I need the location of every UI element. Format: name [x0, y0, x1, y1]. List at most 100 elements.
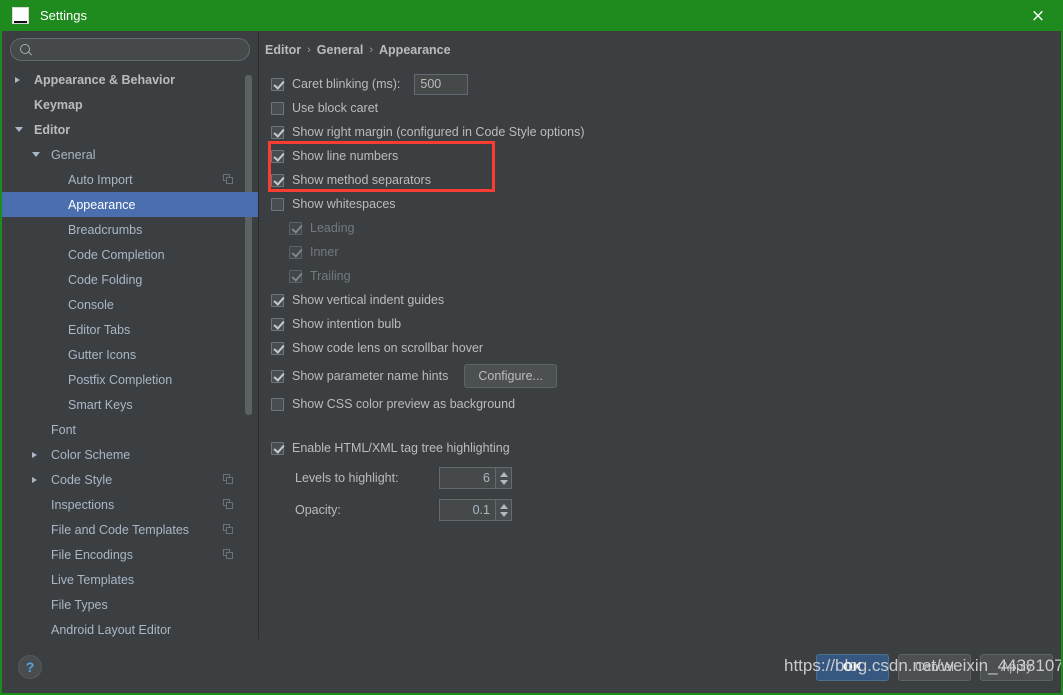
- sidebar-item-label: Appearance: [68, 197, 136, 212]
- close-icon[interactable]: ×: [1015, 0, 1061, 31]
- opacity-spinner[interactable]: [439, 499, 512, 521]
- checkbox-show-vertical-indent-guides[interactable]: [271, 293, 284, 307]
- intellij-logo-icon: [12, 7, 29, 24]
- settings-window: Settings × Appearance & Behavior Keymap Ed…: [0, 0, 1063, 695]
- checkbox-use-block-caret[interactable]: [271, 101, 284, 115]
- breadcrumb: Editor › General › Appearance: [265, 43, 1061, 57]
- sidebar-item-console[interactable]: Console: [2, 292, 258, 317]
- option-row: Inner: [259, 240, 1061, 264]
- checkbox-show-code-lens-on-scrollbar-hover[interactable]: [271, 341, 284, 355]
- sidebar-item-color-scheme[interactable]: Color Scheme: [2, 442, 258, 467]
- caret-blinking-checkbox[interactable]: [271, 77, 284, 91]
- tag-tree-label: Enable HTML/XML tag tree highlighting: [292, 441, 510, 455]
- option-row: Show code lens on scrollbar hover: [259, 336, 1061, 360]
- checkbox-label: Show method separators: [292, 173, 431, 187]
- sidebar-item-label: File and Code Templates: [51, 522, 190, 537]
- sidebar-item-android-layout-editor[interactable]: Android Layout Editor: [2, 617, 258, 639]
- help-icon[interactable]: ?: [18, 655, 42, 679]
- sidebar-item-file-types[interactable]: File Types: [2, 592, 258, 617]
- sidebar-item-postfix-completion[interactable]: Postfix Completion: [2, 367, 258, 392]
- caret-blinking-input[interactable]: [414, 73, 469, 95]
- checkbox-label: Trailing: [310, 269, 351, 283]
- sidebar-item-inspections[interactable]: Inspections: [2, 492, 258, 517]
- css-preview-label: Show CSS color preview as background: [292, 397, 516, 411]
- checkbox-label: Leading: [310, 221, 355, 235]
- watermark-text: https://blog.csdn.net/weixin_44381073: [784, 656, 1063, 675]
- caret-blinking-row: Caret blinking (ms):: [259, 72, 1061, 96]
- checkbox-label: Show intention bulb: [292, 317, 402, 331]
- css-preview-checkbox[interactable]: [271, 397, 284, 411]
- option-row: Show right margin (configured in Code St…: [259, 120, 1061, 144]
- sidebar-item-label: General: [51, 147, 96, 162]
- checkbox-show-intention-bulb[interactable]: [271, 317, 284, 331]
- sidebar-item-gutter-icons[interactable]: Gutter Icons: [2, 342, 258, 367]
- sidebar-item-code-style[interactable]: Code Style: [2, 467, 258, 492]
- sidebar-item-file-encodings[interactable]: File Encodings: [2, 542, 258, 567]
- levels-to-highlight-spinner[interactable]: [439, 467, 512, 489]
- sidebar-item-label: File Encodings: [51, 547, 133, 562]
- sidebar-item-label: Console: [68, 297, 114, 312]
- sidebar-item-label: Gutter Icons: [68, 347, 137, 362]
- opacity-spinner-buttons[interactable]: [495, 499, 512, 521]
- checkbox-show-whitespaces[interactable]: [271, 197, 284, 211]
- chevron-down-icon[interactable]: [499, 511, 508, 517]
- sidebar-item-label: Android Layout Editor: [51, 622, 172, 637]
- checkbox-label: Show vertical indent guides: [292, 293, 445, 307]
- chevron-right-icon[interactable]: [32, 476, 37, 483]
- sidebar-item-code-completion[interactable]: Code Completion: [2, 242, 258, 267]
- sidebar-item-code-folding[interactable]: Code Folding: [2, 267, 258, 292]
- levels-to-highlight-input[interactable]: [439, 467, 495, 489]
- sidebar-item-label: File Types: [51, 597, 108, 612]
- option-row: Show line numbers: [259, 144, 1061, 168]
- sidebar-item-font[interactable]: Font: [2, 417, 258, 442]
- opacity-input[interactable]: [439, 499, 495, 521]
- checkbox-show-method-separators[interactable]: [271, 173, 284, 187]
- sidebar-item-appearance[interactable]: Appearance: [2, 192, 258, 217]
- settings-sidebar: Appearance & Behavior Keymap Editor General…: [2, 31, 258, 639]
- levels-spinner-buttons[interactable]: [495, 467, 512, 489]
- sidebar-item-label: Code Style: [51, 472, 113, 487]
- checkbox-leading: [289, 221, 302, 235]
- sidebar-item-label: Smart Keys: [68, 397, 133, 412]
- sidebar-item-label: Inspections: [51, 497, 115, 512]
- window-title: Settings: [40, 8, 87, 23]
- checkbox-show-right-margin-configured-in-code-style-options[interactable]: [271, 125, 284, 139]
- chevron-up-icon[interactable]: [499, 471, 508, 477]
- option-row: Leading: [259, 216, 1061, 240]
- chevron-right-icon[interactable]: [15, 76, 20, 83]
- sidebar-item-editor-tabs[interactable]: Editor Tabs: [2, 317, 258, 342]
- sidebar-item-appearance-behavior[interactable]: Appearance & Behavior: [2, 67, 258, 92]
- sidebar-item-label: Auto Import: [68, 172, 133, 187]
- breadcrumb-item[interactable]: Appearance: [379, 43, 451, 57]
- sidebar-item-editor[interactable]: Editor: [2, 117, 258, 142]
- chevron-down-icon[interactable]: [32, 152, 40, 157]
- sidebar-item-label: Code Folding: [68, 272, 143, 287]
- sidebar-item-general[interactable]: General: [2, 142, 258, 167]
- sidebar-item-keymap[interactable]: Keymap: [2, 92, 258, 117]
- sidebar-item-auto-import[interactable]: Auto Import: [2, 167, 258, 192]
- options-list: Use block caret Show right margin (config…: [259, 96, 1061, 360]
- sidebar-item-breadcrumbs[interactable]: Breadcrumbs: [2, 217, 258, 242]
- breadcrumb-separator: ›: [369, 44, 374, 56]
- breadcrumb-item[interactable]: General: [317, 43, 364, 57]
- sidebar-item-label: Postfix Completion: [68, 372, 173, 387]
- search-box[interactable]: [10, 38, 250, 61]
- configure-button[interactable]: Configure...: [464, 364, 557, 388]
- sidebar-item-file-and-code-templates[interactable]: File and Code Templates: [2, 517, 258, 542]
- parameter-hints-checkbox[interactable]: [271, 369, 284, 383]
- chevron-right-icon[interactable]: [32, 451, 37, 458]
- sidebar-item-smart-keys[interactable]: Smart Keys: [2, 392, 258, 417]
- sidebar-item-label: Color Scheme: [51, 447, 131, 462]
- sidebar-item-label: Breadcrumbs: [68, 222, 143, 237]
- checkbox-show-line-numbers[interactable]: [271, 149, 284, 163]
- tag-tree-checkbox[interactable]: [271, 441, 284, 455]
- chevron-down-icon[interactable]: [15, 127, 23, 132]
- tag-tree-row: Enable HTML/XML tag tree highlighting: [259, 436, 1061, 460]
- checkbox-label: Show right margin (configured in Code St…: [292, 125, 585, 139]
- chevron-up-icon[interactable]: [499, 503, 508, 509]
- breadcrumb-item[interactable]: Editor: [265, 43, 301, 57]
- css-preview-row: Show CSS color preview as background: [259, 392, 1061, 416]
- search-input[interactable]: [37, 42, 240, 57]
- sidebar-item-live-templates[interactable]: Live Templates: [2, 567, 258, 592]
- chevron-down-icon[interactable]: [499, 479, 508, 485]
